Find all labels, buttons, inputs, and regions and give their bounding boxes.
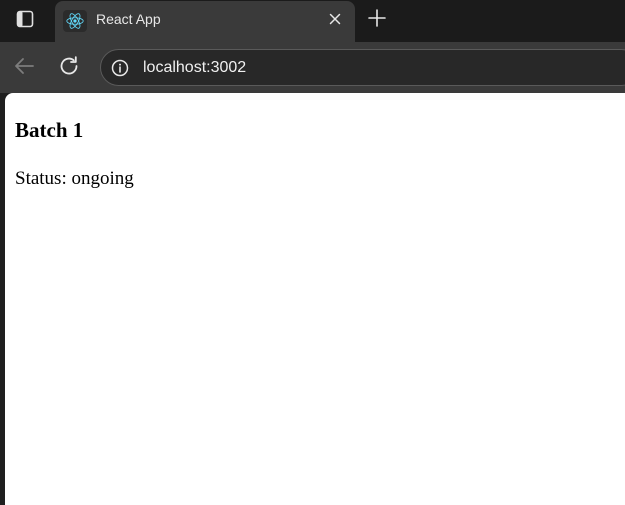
reload-icon xyxy=(58,55,80,82)
close-tab-button[interactable] xyxy=(325,11,345,31)
plus-icon xyxy=(368,8,386,32)
browser-toolbar: localhost:3002 xyxy=(0,42,625,93)
url-text[interactable]: localhost:3002 xyxy=(143,59,246,77)
page-viewport: Batch 1 Status: ongoing xyxy=(5,93,625,505)
tab-actions-icon xyxy=(16,10,34,33)
info-icon[interactable] xyxy=(110,58,130,78)
react-logo-icon xyxy=(63,10,87,32)
reload-button[interactable] xyxy=(53,52,85,84)
browser-window: React App localhost:3002 Batch 1 Status:… xyxy=(0,0,625,505)
tab-react-app[interactable]: React App xyxy=(55,1,355,42)
close-icon xyxy=(329,12,341,30)
tab-title: React App xyxy=(96,11,161,27)
address-bar[interactable]: localhost:3002 xyxy=(100,49,625,86)
tab-strip: React App xyxy=(0,0,625,42)
tab-actions-button[interactable] xyxy=(8,6,42,36)
back-button[interactable] xyxy=(8,52,40,84)
back-arrow-icon xyxy=(13,55,35,82)
new-tab-button[interactable] xyxy=(362,5,392,35)
status-text: Status: ongoing xyxy=(15,168,134,189)
page-title: Batch 1 xyxy=(15,118,84,142)
